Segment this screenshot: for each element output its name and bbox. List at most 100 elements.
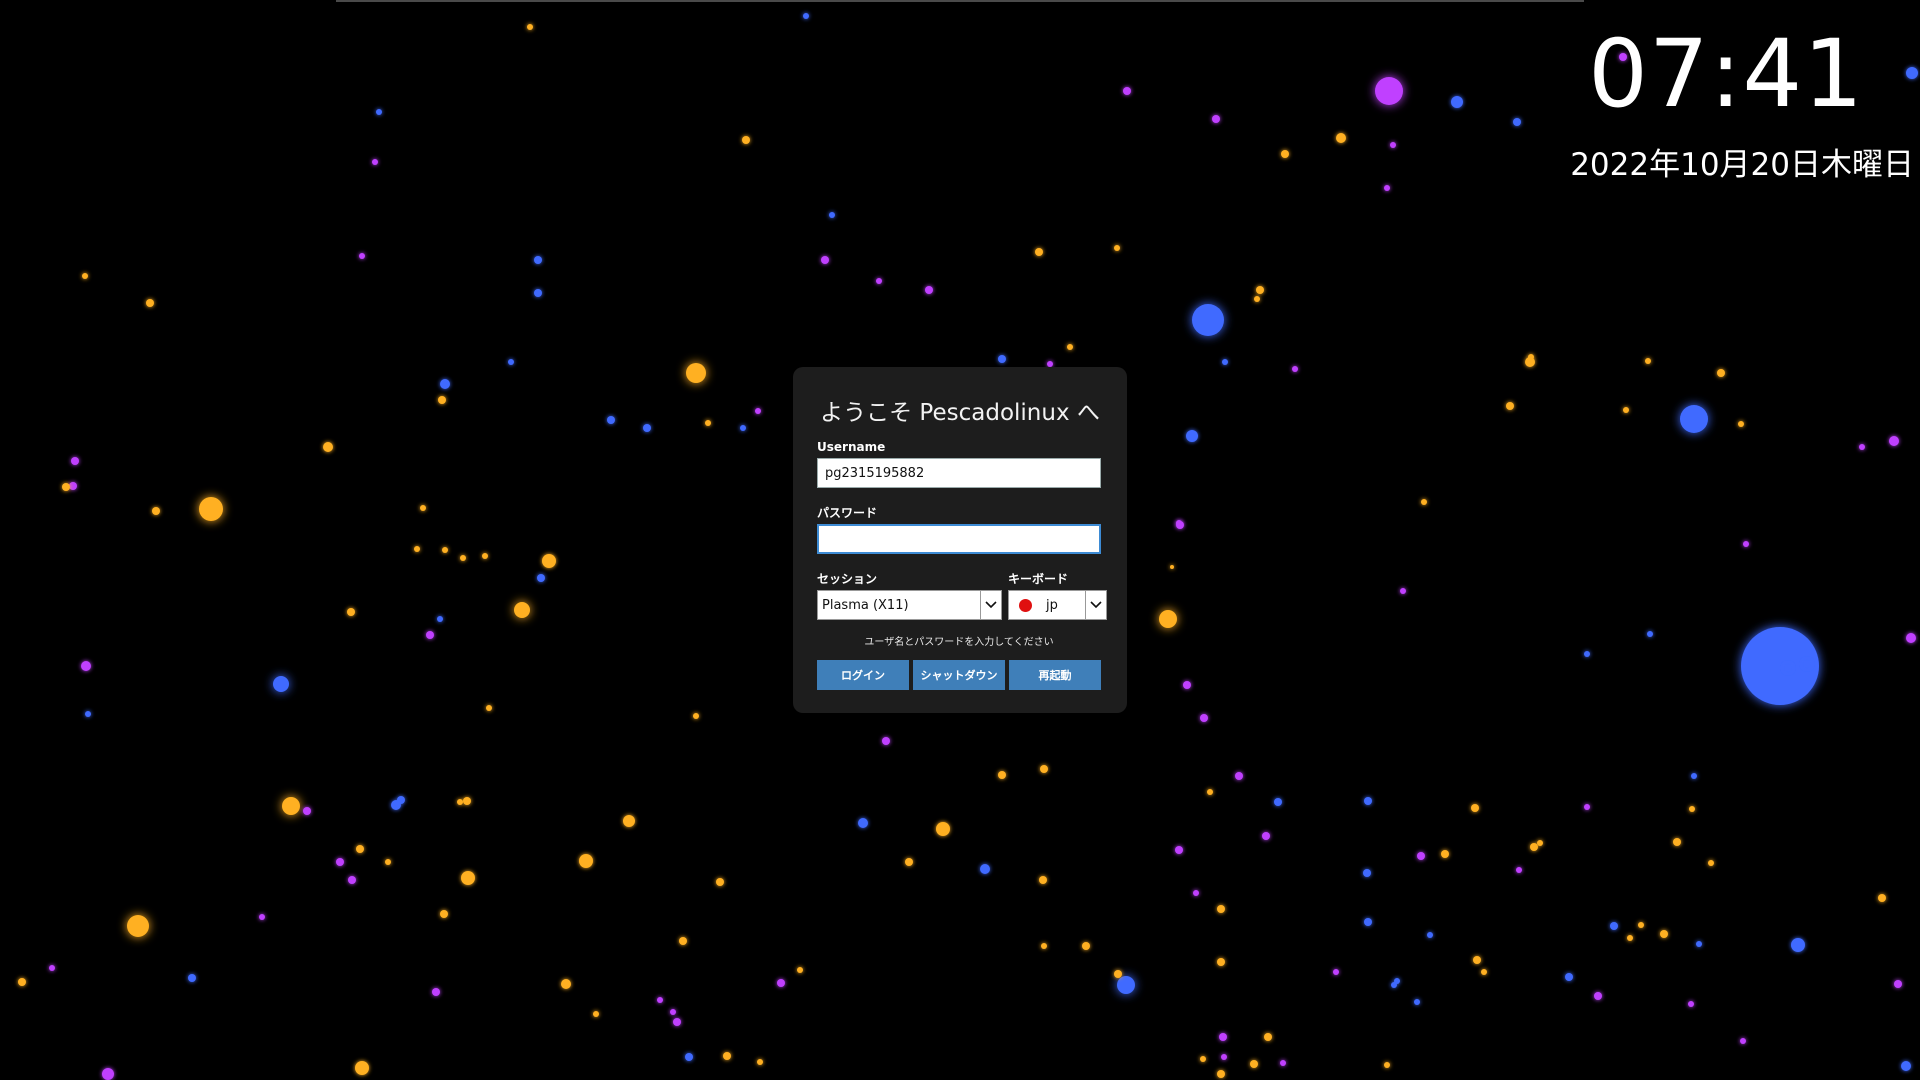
password-input[interactable] — [817, 524, 1101, 554]
star-150 — [1427, 932, 1433, 938]
star-172 — [1200, 1056, 1206, 1062]
chevron-down-icon[interactable] — [1085, 591, 1106, 619]
star-23 — [1222, 359, 1228, 365]
star-87 — [1784, 664, 1792, 672]
star-132 — [561, 979, 571, 989]
star-54 — [482, 553, 488, 559]
star-83 — [1889, 436, 1899, 446]
star-22 — [1254, 296, 1260, 302]
star-40 — [643, 424, 651, 432]
star-65 — [693, 713, 699, 719]
star-175 — [1221, 1054, 1227, 1060]
star-125 — [303, 807, 311, 815]
star-154 — [1638, 922, 1644, 928]
star-98 — [1689, 806, 1695, 812]
reboot-button[interactable]: 再起動 — [1009, 660, 1101, 690]
star-89 — [1584, 651, 1590, 657]
star-95 — [1364, 797, 1372, 805]
star-63 — [85, 711, 91, 717]
star-93 — [1262, 832, 1270, 840]
star-10 — [1390, 142, 1396, 148]
welcome-title: ようこそ Pescadolinux へ — [820, 400, 1100, 426]
star-46 — [69, 482, 77, 490]
star-148 — [1364, 918, 1372, 926]
password-label: パスワード — [817, 506, 878, 520]
star-114 — [461, 871, 475, 885]
star-151 — [1516, 867, 1522, 873]
star-27 — [1067, 344, 1073, 350]
star-169 — [685, 1053, 693, 1061]
star-100 — [1691, 773, 1697, 779]
star-104 — [1193, 890, 1199, 896]
star-185 — [1537, 840, 1543, 846]
star-165 — [1894, 980, 1902, 988]
clock-time: 07:41 — [1588, 20, 1864, 129]
star-170 — [723, 1052, 731, 1060]
star-188 — [1708, 860, 1714, 866]
star-166 — [1901, 1061, 1911, 1071]
star-61 — [81, 661, 91, 671]
star-55 — [542, 554, 556, 568]
star-163 — [1878, 894, 1886, 902]
star-30 — [359, 253, 365, 259]
star-77 — [1645, 358, 1651, 364]
star-56 — [537, 574, 545, 582]
star-16 — [876, 278, 882, 284]
keyboard-label: キーボード — [1008, 572, 1069, 586]
star-171 — [757, 1059, 763, 1065]
star-121 — [385, 859, 391, 865]
star-58 — [347, 608, 355, 616]
star-32 — [376, 109, 382, 115]
star-53 — [460, 555, 466, 561]
star-92 — [1235, 772, 1243, 780]
star-156 — [1688, 1001, 1694, 1007]
star-48 — [199, 497, 223, 521]
star-157 — [1696, 941, 1702, 947]
star-67 — [1159, 610, 1177, 628]
shutdown-button[interactable]: シャットダウン — [913, 660, 1005, 690]
star-130 — [259, 914, 265, 920]
star-79 — [1717, 369, 1725, 377]
star-143 — [1114, 970, 1122, 978]
star-21 — [1256, 286, 1264, 294]
star-181 — [1384, 1062, 1390, 1068]
star-37 — [438, 396, 446, 404]
star-101 — [1363, 869, 1371, 877]
star-99 — [1673, 838, 1681, 846]
star-33 — [534, 256, 542, 264]
star-184 — [1441, 850, 1449, 858]
star-4 — [1375, 77, 1403, 105]
username-input[interactable] — [817, 458, 1101, 488]
top-edge-bar — [336, 0, 1584, 2]
session-column: セッション Plasma (X11) — [817, 572, 1002, 620]
star-129 — [188, 974, 196, 982]
star-24 — [1292, 366, 1298, 372]
session-select[interactable]: Plasma (X11) — [817, 590, 1002, 620]
star-177 — [657, 997, 663, 1003]
star-64 — [486, 705, 492, 711]
star-88 — [1647, 631, 1653, 637]
star-45 — [71, 457, 79, 465]
star-174 — [1250, 1060, 1258, 1068]
keyboard-column: キーボード jp — [1008, 572, 1107, 620]
star-50 — [420, 505, 426, 511]
star-72 — [1421, 499, 1427, 505]
clock-date: 2022年10月20日木曜日 — [1570, 147, 1914, 183]
keyboard-select[interactable]: jp — [1008, 590, 1107, 620]
star-76 — [1623, 407, 1629, 413]
login-button[interactable]: ログイン — [817, 660, 909, 690]
star-38 — [508, 359, 514, 365]
star-49 — [152, 507, 160, 515]
star-36 — [440, 379, 450, 389]
star-113 — [579, 854, 593, 868]
star-105 — [1217, 905, 1225, 913]
star-183 — [1414, 999, 1420, 1005]
star-34 — [534, 289, 542, 297]
star-43 — [755, 408, 761, 414]
star-106 — [1040, 765, 1048, 773]
star-66 — [1170, 565, 1174, 569]
star-17 — [925, 286, 933, 294]
star-136 — [797, 967, 803, 973]
chevron-down-icon[interactable] — [980, 591, 1001, 619]
star-3 — [1123, 87, 1131, 95]
